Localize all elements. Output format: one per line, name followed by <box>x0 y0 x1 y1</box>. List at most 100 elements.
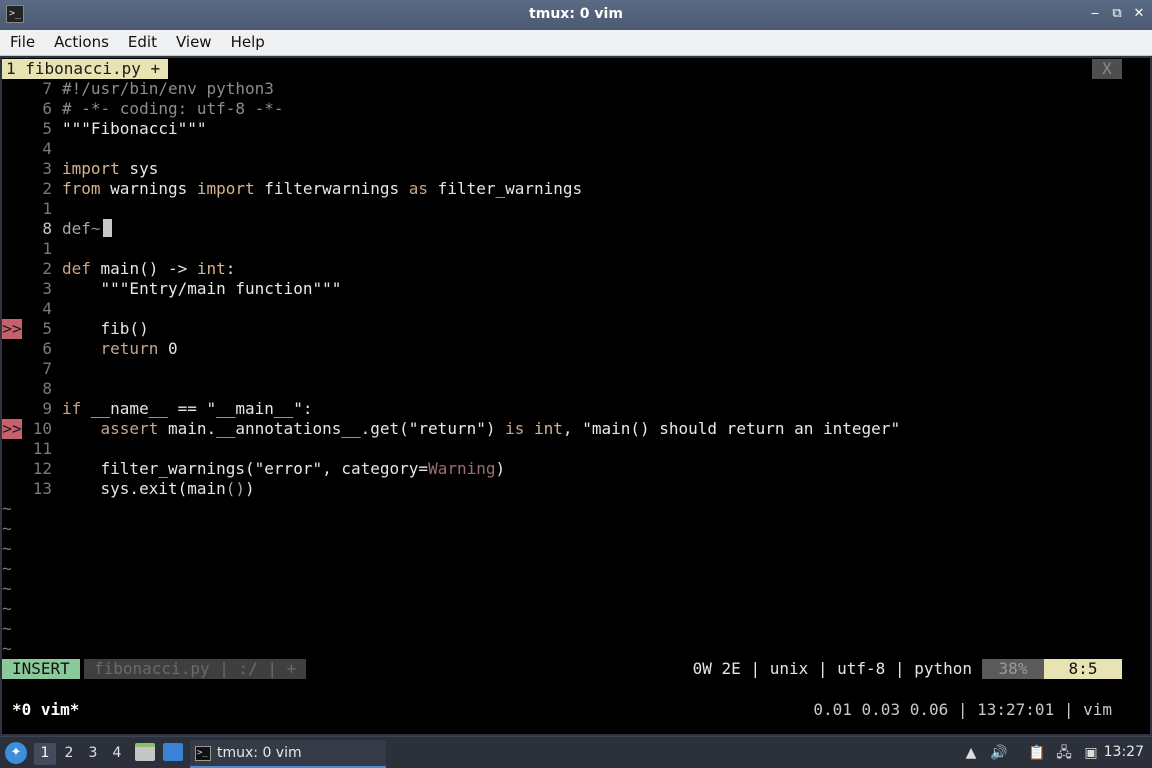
error-sign-icon: >> <box>2 319 22 339</box>
empty-line-marker: ~ <box>2 579 12 598</box>
workspace-2-button[interactable]: 2 <box>58 743 80 765</box>
code-line[interactable]: 8 <box>2 379 1150 399</box>
line-number: 4 <box>42 139 52 158</box>
volume-icon[interactable]: 🔊 <box>990 744 1008 762</box>
line-number: 6 <box>42 99 52 118</box>
line-number: 1 <box>42 239 52 258</box>
menu-bar: File Actions Edit View Help <box>0 30 1152 56</box>
line-number: 4 <box>42 299 52 318</box>
code-token: assert <box>62 419 159 438</box>
notification-icon[interactable]: ▣ <box>1082 744 1100 762</box>
code-line[interactable]: 8 def~ <box>2 219 1150 239</box>
line-number: 13 <box>32 479 52 498</box>
empty-line-marker: ~ <box>2 559 12 578</box>
code-line[interactable]: 1 <box>2 199 1150 219</box>
code-token: : <box>225 259 236 278</box>
code-text: #!/usr/bin/env python3 <box>62 79 274 99</box>
terminal-area[interactable]: 1 fibonacci.py + X 7 #!/usr/bin/env pytho… <box>2 58 1150 734</box>
workspace-1-button[interactable]: 1 <box>34 743 56 765</box>
taskbar-task-tmux[interactable]: >_ tmux: 0 vim <box>190 740 386 768</box>
code-line[interactable]: >> 10 assert main.__annotations__.get("re… <box>2 419 1150 439</box>
code-text: def~ <box>62 219 112 239</box>
menu-file[interactable]: File <box>0 30 44 56</box>
menu-actions[interactable]: Actions <box>44 30 118 56</box>
workspace-3-button[interactable]: 3 <box>82 743 104 765</box>
vim-statusline: INSERT fibonacci.py | :/ | + 0W 2E | uni… <box>2 659 1150 679</box>
code-token: ) <box>245 479 255 498</box>
code-token: , <box>562 419 583 438</box>
line-number: 3 <box>42 159 52 178</box>
code-line[interactable]: 4 <box>2 139 1150 159</box>
minimize-button[interactable]: ‒ <box>1086 4 1104 24</box>
menu-view[interactable]: View <box>166 30 221 56</box>
taskbar-task-label: tmux: 0 vim <box>217 745 302 761</box>
code-token: """Entry/main function""" <box>62 279 342 298</box>
clock: 13:27 <box>1103 744 1144 760</box>
empty-line-marker: ~ <box>2 519 12 538</box>
code-text: sys.exit(main()) <box>62 479 255 499</box>
code-token: "return" <box>408 419 486 438</box>
code-token: warnings <box>100 179 197 198</box>
tray-up-arrow-icon[interactable]: ▲ <box>962 744 980 762</box>
code-line[interactable]: 2 def main() -> int: <box>2 259 1150 279</box>
line-number: 8 <box>42 379 52 398</box>
code-line[interactable]: 9 if __name__ == "__main__": <box>2 399 1150 419</box>
code-line[interactable]: 5 """Fibonacci""" <box>2 119 1150 139</box>
line-number: 2 <box>42 179 52 198</box>
vim-tab-active[interactable]: 1 fibonacci.py + <box>2 59 169 79</box>
code-line[interactable]: 6 return 0 <box>2 339 1150 359</box>
code-line[interactable]: 11 <box>2 439 1150 459</box>
code-line[interactable]: 7 #!/usr/bin/env python3 <box>2 79 1150 99</box>
code-line[interactable]: 2 from warnings import filterwarnings as … <box>2 179 1150 199</box>
code-token: "__main__" <box>206 399 303 418</box>
file-manager-icon[interactable] <box>135 743 155 761</box>
error-sign-icon: >> <box>2 419 22 439</box>
code-token: "error" <box>254 459 323 478</box>
code-line[interactable]: 13 sys.exit(main()) <box>2 479 1150 499</box>
vim-tabline: 1 fibonacci.py + X <box>2 59 1150 79</box>
code-line[interactable]: 3 """Entry/main function""" <box>2 279 1150 299</box>
code-line[interactable]: >> 5 fib() <box>2 319 1150 339</box>
line-number: 2 <box>42 259 52 278</box>
code-token: "main() should return an integer" <box>582 419 901 438</box>
code-text: def main() -> int: <box>62 259 235 279</box>
code-line[interactable]: 1 <box>2 239 1150 259</box>
taskbar: ✦ 1 2 3 4 >_ tmux: 0 vim ▲ 🔊 📋 🖧 ▣ 13:27 <box>0 736 1152 768</box>
maximize-button[interactable]: ⧉ <box>1108 4 1126 24</box>
close-button[interactable]: ✕ <box>1130 4 1148 24</box>
menu-help[interactable]: Help <box>221 30 274 56</box>
code-text: from warnings import filterwarnings as f… <box>62 179 582 199</box>
code-token: filterwarnings <box>254 179 409 198</box>
code-token: def <box>62 219 91 238</box>
code-token: () <box>225 479 246 498</box>
line-number: 9 <box>42 399 52 418</box>
clipboard-icon[interactable]: 📋 <box>1028 744 1046 762</box>
line-number: 6 <box>42 339 52 358</box>
code-text: assert main.__annotations__.get("return"… <box>62 419 901 439</box>
code-token: ) <box>495 459 506 478</box>
line-number: 5 <box>42 119 52 138</box>
network-icon[interactable]: 🖧 <box>1055 744 1073 762</box>
tmux-window-name[interactable]: *0 vim* <box>12 698 79 722</box>
line-number: 5 <box>42 319 52 338</box>
menu-edit[interactable]: Edit <box>118 30 166 56</box>
code-token: int <box>196 259 226 278</box>
code-text: if __name__ == "__main__": <box>62 399 312 419</box>
show-desktop-icon[interactable] <box>163 743 183 761</box>
code-line[interactable]: 7 <box>2 359 1150 379</box>
vim-tab-close-button[interactable]: X <box>1092 59 1122 79</box>
empty-line-marker: ~ <box>2 539 12 558</box>
code-line[interactable]: 4 <box>2 299 1150 319</box>
code-line[interactable]: 3 import sys <box>2 159 1150 179</box>
code-line[interactable]: 6 # -*- coding: utf-8 -*- <box>2 99 1150 119</box>
code-token: sys.exit(main <box>62 479 226 498</box>
workspace-4-button[interactable]: 4 <box>106 743 128 765</box>
tmux-statusbar: *0 vim* 0.01 0.03 0.06 | 13:27:01 | vim <box>2 698 1150 722</box>
code-line[interactable]: 12 filter_warnings("error", category=War… <box>2 459 1150 479</box>
code-token: import <box>62 159 120 178</box>
line-number: 7 <box>42 359 52 378</box>
code-token: def <box>62 259 91 278</box>
terminal-task-icon: >_ <box>195 746 211 761</box>
code-token: main() -> <box>90 259 197 278</box>
start-menu-button[interactable]: ✦ <box>5 742 27 764</box>
